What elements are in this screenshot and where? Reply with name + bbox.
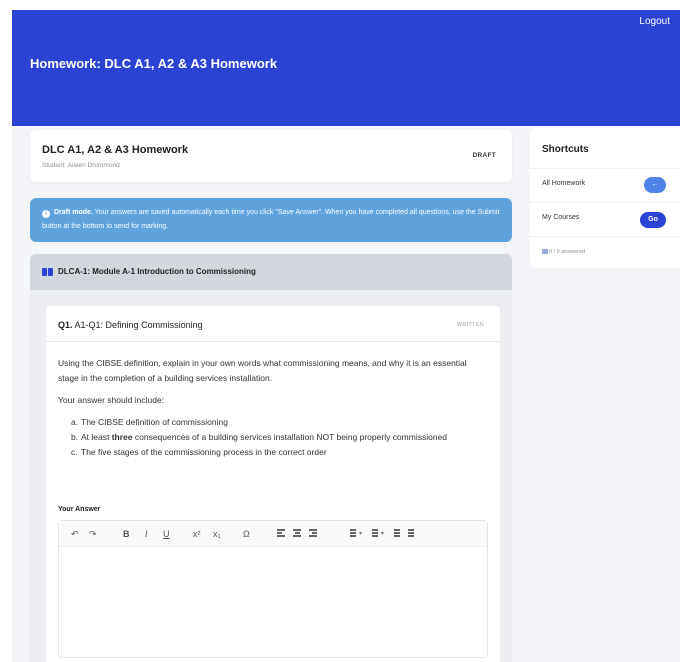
module-title: DLCA-1: Module A-1 Introduction to Commi… xyxy=(58,267,256,276)
shortcut-all-homework-label: All Homework xyxy=(542,180,586,187)
answer-label: Your Answer xyxy=(58,506,101,513)
homework-title: DLC A1, A2 & A3 Homework xyxy=(42,144,189,156)
requirements-list: a. The CIBSE definition of commissioning… xyxy=(58,415,488,460)
book-icon xyxy=(42,268,53,276)
divider xyxy=(530,202,680,203)
question-title: Q1. A1-Q1: Defining Commissioning xyxy=(58,320,203,330)
question-header: Q1. A1-Q1: Defining Commissioning WRITTE… xyxy=(46,306,500,342)
list-item: a. The CIBSE definition of commissioning xyxy=(71,417,228,427)
my-courses-go-button[interactable]: Go xyxy=(640,212,666,228)
superscript-button[interactable]: x² xyxy=(193,527,201,541)
shortcuts-title: Shortcuts xyxy=(542,144,589,155)
question-paragraph: Your answer should include: xyxy=(58,395,165,405)
undo-icon[interactable]: ↶ xyxy=(71,527,79,541)
bold-button[interactable]: B xyxy=(123,527,130,541)
align-left-icon[interactable] xyxy=(277,529,285,538)
alert-text: Your answers are saved automatically eac… xyxy=(42,209,500,230)
numbered-list-icon[interactable] xyxy=(369,529,378,538)
redo-icon[interactable]: ↷ xyxy=(89,527,97,541)
question-card: Q1. A1-Q1: Defining Commissioning WRITTE… xyxy=(46,306,500,662)
question-paragraph: Using the CIBSE definition, explain in y… xyxy=(58,358,467,383)
editor-toolbar: ↶ ↷ B I U x² x₁ Ω ▾ ▾ xyxy=(59,521,487,547)
align-center-icon[interactable] xyxy=(293,529,301,538)
question-number: Q1. xyxy=(58,320,73,330)
question-type-badge: WRITTEN xyxy=(456,322,484,328)
list-item: c. The five stages of the commissioning … xyxy=(71,447,327,457)
align-right-icon[interactable] xyxy=(309,529,317,538)
top-header: Logout Homework: DLC A1, A2 & A3 Homewor… xyxy=(12,10,680,126)
chevron-down-icon[interactable]: ▾ xyxy=(359,530,362,537)
draft-mode-alert: i Draft mode. Your answers are saved aut… xyxy=(30,198,512,242)
info-icon: i xyxy=(42,210,50,218)
list-item: b. At least three consequences of a buil… xyxy=(71,432,448,442)
logout-link[interactable]: Logout xyxy=(639,16,670,27)
divider xyxy=(530,168,680,169)
alert-heading: Draft mode. xyxy=(53,209,93,216)
shortcuts-card: Shortcuts All Homework ← My Courses Go 0… xyxy=(530,128,680,268)
outdent-icon[interactable] xyxy=(391,529,400,538)
subscript-button[interactable]: x₁ xyxy=(213,527,221,541)
status-badge: DRAFT xyxy=(472,152,496,159)
italic-button[interactable]: I xyxy=(145,527,148,541)
page-title: Homework: DLC A1, A2 & A3 Homework xyxy=(30,56,278,71)
all-homework-button[interactable]: ← xyxy=(644,177,666,193)
module-header[interactable]: DLCA-1: Module A-1 Introduction to Commi… xyxy=(30,254,512,290)
answer-text-area[interactable] xyxy=(59,547,487,657)
bullet-list-icon[interactable] xyxy=(347,529,356,538)
progress-summary: 0 / 0 answered xyxy=(542,249,585,255)
shortcut-my-courses-label: My Courses xyxy=(542,214,580,221)
student-name: Student: Aileen Drummond xyxy=(42,162,120,169)
indent-icon[interactable] xyxy=(405,529,414,538)
answer-editor: ↶ ↷ B I U x² x₁ Ω ▾ ▾ xyxy=(58,520,488,658)
chart-icon xyxy=(542,249,548,254)
question-title-text: A1-Q1: Defining Commissioning xyxy=(74,320,203,330)
chevron-down-icon[interactable]: ▾ xyxy=(381,530,384,537)
special-character-button[interactable]: Ω xyxy=(243,527,250,541)
homework-header-card: DLC A1, A2 & A3 Homework Student: Aileen… xyxy=(30,130,512,182)
divider xyxy=(530,236,680,237)
question-body: Using the CIBSE definition, explain in y… xyxy=(58,356,488,460)
underline-button[interactable]: U xyxy=(163,527,170,541)
